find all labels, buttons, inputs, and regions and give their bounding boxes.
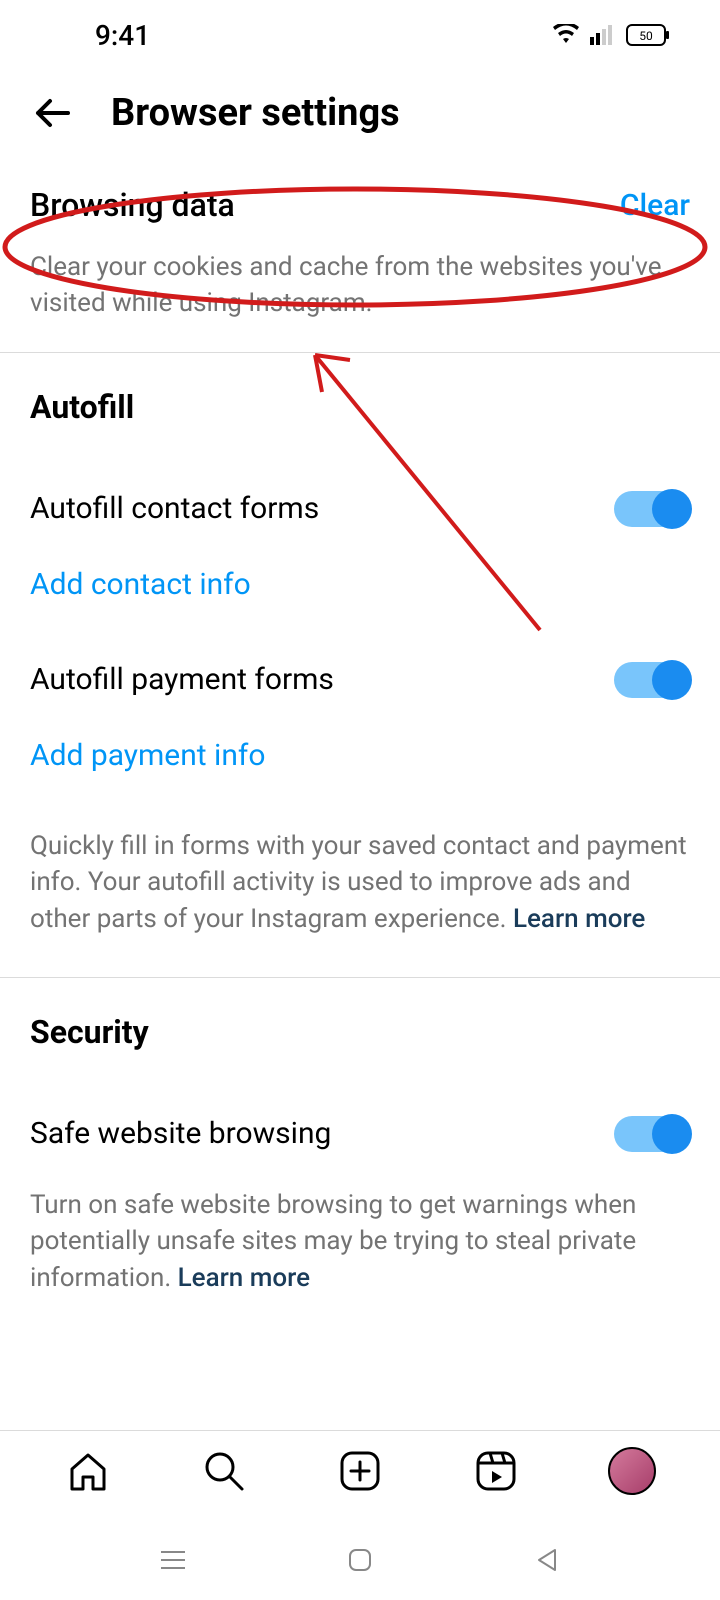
profile-avatar[interactable] <box>608 1447 656 1495</box>
signal-icon <box>590 25 616 45</box>
home-icon[interactable] <box>64 1447 112 1495</box>
toggle-knob <box>652 489 692 529</box>
autofill-title: Autofill <box>30 388 690 426</box>
browsing-data-row: Browsing data Clear <box>0 156 720 234</box>
security-learn-more-link[interactable]: Learn more <box>178 1263 310 1293</box>
system-back-icon[interactable] <box>529 1542 565 1578</box>
browsing-data-description: Clear your cookies and cache from the we… <box>0 234 720 352</box>
autofill-payment-forms-row[interactable]: Autofill payment forms <box>0 642 720 718</box>
reels-icon[interactable] <box>472 1447 520 1495</box>
page-title: Browser settings <box>111 91 400 135</box>
add-payment-info-link: Add payment info <box>30 738 265 773</box>
security-description: Turn on safe website browsing to get war… <box>0 1172 720 1336</box>
create-icon[interactable] <box>336 1447 384 1495</box>
svg-text:50: 50 <box>639 29 653 43</box>
autofill-contact-forms-toggle[interactable] <box>614 491 690 527</box>
clear-button[interactable]: Clear <box>620 188 690 223</box>
security-title: Security <box>30 1013 690 1051</box>
battery-icon: 50 <box>626 24 670 46</box>
status-time: 9:41 <box>95 19 150 52</box>
safe-browsing-toggle[interactable] <box>614 1116 690 1152</box>
header: Browser settings <box>0 70 720 156</box>
toggle-knob <box>652 1114 692 1154</box>
autofill-description: Quickly fill in forms with your saved co… <box>0 813 720 977</box>
add-payment-info-row[interactable]: Add payment info <box>0 718 720 813</box>
add-contact-info-link: Add contact info <box>30 567 251 602</box>
status-icons: 50 <box>552 24 670 46</box>
autofill-payment-forms-toggle[interactable] <box>614 662 690 698</box>
status-bar: 9:41 50 <box>0 0 720 70</box>
toggle-knob <box>652 660 692 700</box>
wifi-icon <box>552 24 580 46</box>
search-icon[interactable] <box>200 1447 248 1495</box>
browsing-data-title: Browsing data <box>30 186 235 224</box>
add-contact-info-row[interactable]: Add contact info <box>0 547 720 642</box>
security-section: Security <box>0 978 720 1051</box>
autofill-contact-forms-label: Autofill contact forms <box>30 491 319 526</box>
safe-browsing-row[interactable]: Safe website browsing <box>0 1096 720 1172</box>
autofill-learn-more-link[interactable]: Learn more <box>513 904 645 934</box>
system-home-icon[interactable] <box>342 1542 378 1578</box>
security-description-text: Turn on safe website browsing to get war… <box>30 1190 636 1293</box>
autofill-section: Autofill <box>0 353 720 426</box>
autofill-payment-forms-label: Autofill payment forms <box>30 662 334 697</box>
system-nav <box>0 1520 720 1600</box>
back-arrow-icon[interactable] <box>30 90 76 136</box>
autofill-contact-forms-row[interactable]: Autofill contact forms <box>0 471 720 547</box>
bottom-nav <box>0 1430 720 1510</box>
system-menu-icon[interactable] <box>155 1542 191 1578</box>
safe-browsing-label: Safe website browsing <box>30 1116 331 1151</box>
